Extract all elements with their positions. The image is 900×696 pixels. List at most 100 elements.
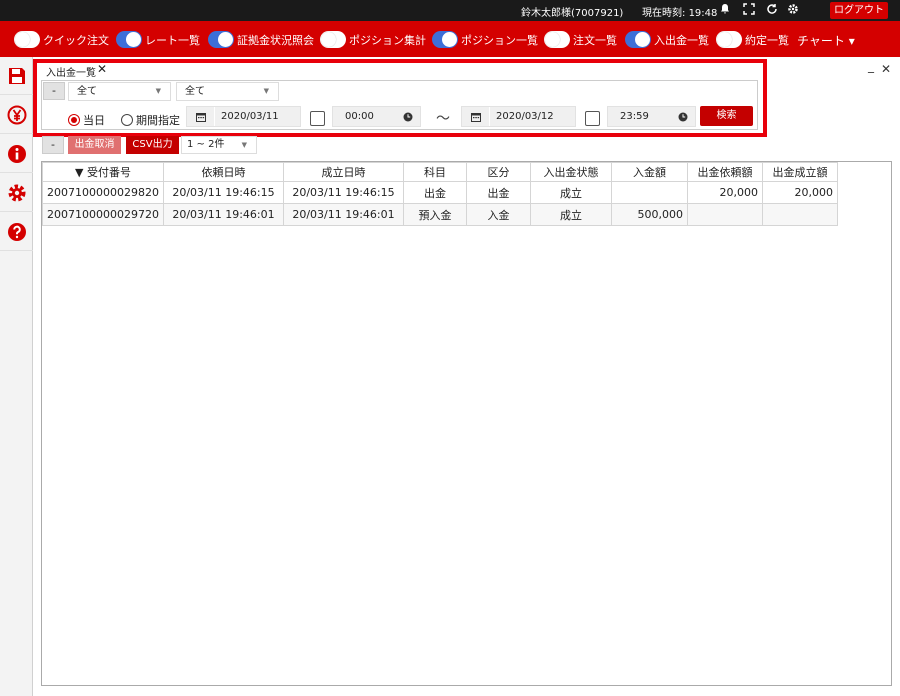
toggle-quick-order[interactable]: クイック注文	[14, 30, 109, 49]
bell-icon[interactable]	[718, 3, 732, 17]
chevron-down-icon: ▼	[155, 87, 161, 95]
cell-executed-datetime: 20/03/11 19:46:01	[282, 203, 404, 226]
toggle-switch[interactable]	[320, 31, 346, 48]
cell-withdrawal-executed: 20,000	[761, 181, 838, 204]
current-time: 現在時刻: 19:48	[642, 4, 717, 19]
radio-label: 期間指定	[136, 114, 180, 127]
chevron-down-icon: ▼	[263, 87, 269, 95]
toggle-label: ポジション集計	[349, 33, 426, 47]
data-grid	[41, 161, 892, 686]
toggle-label: 約定一覧	[745, 33, 789, 47]
toggle-switch[interactable]	[432, 31, 458, 48]
select-value: 1 ~ 2件	[187, 139, 225, 150]
time-to-checkbox[interactable]	[585, 111, 600, 126]
toggle-order-list[interactable]: 注文一覧	[544, 30, 617, 49]
close-tab-icon[interactable]: ✕	[97, 62, 107, 76]
calendar-icon[interactable]	[462, 107, 490, 126]
select-value: 全て	[77, 86, 97, 97]
cell-status: 成立	[529, 203, 612, 226]
gear-icon[interactable]	[0, 174, 33, 212]
time-to-field[interactable]: 23:59	[607, 106, 696, 127]
user-name: 鈴木太郎様(7007921)	[521, 8, 624, 19]
cell-request-datetime: 20/03/11 19:46:15	[162, 181, 284, 204]
column-header[interactable]: 出金成立額	[761, 162, 838, 182]
cancel-withdrawal-button[interactable]: 出金取消	[68, 136, 121, 154]
radio-period[interactable]: 期間指定	[121, 112, 180, 128]
column-header[interactable]: 依頼日時	[162, 162, 284, 182]
toggle-position-summary[interactable]: ポジション集計	[320, 30, 426, 49]
toggle-execution-list[interactable]: 約定一覧	[716, 30, 789, 49]
help-icon[interactable]	[0, 213, 33, 251]
minimize-icon[interactable]: _	[868, 59, 874, 73]
table-header-row: ▼ 受付番号 依頼日時 成立日時 科目 区分 入出金状態 入金額 出金依頼額 出…	[42, 162, 838, 182]
time-to-value: 23:59	[620, 111, 649, 122]
info-icon[interactable]	[0, 135, 33, 173]
toggle-switch[interactable]	[14, 31, 40, 48]
toggle-switch[interactable]	[544, 31, 570, 48]
page-count-select[interactable]: 1 ~ 2件 ▼	[181, 136, 257, 154]
clock-value: 19:48	[688, 8, 718, 19]
time-from-checkbox[interactable]	[310, 111, 325, 126]
column-header[interactable]: 入出金状態	[529, 162, 612, 182]
fullscreen-icon[interactable]	[742, 3, 756, 17]
settings-icon[interactable]	[786, 3, 800, 17]
side-icon-bar	[0, 57, 33, 696]
radio-label: 当日	[83, 114, 105, 127]
cell-executed-datetime: 20/03/11 19:46:15	[282, 181, 404, 204]
cell-category: 入金	[465, 203, 531, 226]
toggle-switch[interactable]	[208, 31, 234, 48]
cell-deposit-amount	[610, 181, 688, 204]
column-header[interactable]: ▼ 受付番号	[42, 162, 164, 182]
chart-menu[interactable]: チャート ▾	[797, 32, 855, 49]
time-from-value: 00:00	[345, 111, 374, 122]
cell-deposit-amount: 500,000	[610, 203, 688, 226]
toggle-rate-list[interactable]: レート一覧	[116, 30, 200, 49]
range-separator: ～	[436, 111, 450, 127]
radio-unselected-icon[interactable]	[121, 114, 133, 126]
category-select[interactable]: 全て ▼	[68, 82, 171, 101]
toggle-label: クイック注文	[43, 33, 109, 47]
csv-export-button[interactable]: CSV出力	[126, 136, 179, 154]
table-row[interactable]: 2007100000029720 20/03/11 19:46:01 20/03…	[42, 203, 838, 226]
date-to-field[interactable]: 2020/03/12	[461, 106, 576, 127]
cell-status: 成立	[529, 181, 612, 204]
date-from-field[interactable]: 2020/03/11	[186, 106, 301, 127]
cell-withdrawal-executed	[761, 203, 838, 226]
toggle-label: ポジション一覧	[461, 33, 538, 47]
column-header[interactable]: 出金依頼額	[686, 162, 763, 182]
clock-icon[interactable]	[671, 107, 695, 126]
time-from-field[interactable]: 00:00	[332, 106, 421, 127]
save-icon[interactable]	[0, 57, 33, 95]
column-header[interactable]: 成立日時	[282, 162, 404, 182]
cell-account-item: 出金	[402, 181, 467, 204]
radio-today[interactable]: 当日	[68, 112, 105, 128]
toggle-switch[interactable]	[625, 31, 651, 48]
logout-button[interactable]: ログアウト	[830, 2, 888, 19]
toggle-switch[interactable]	[116, 31, 142, 48]
clock-icon[interactable]	[396, 107, 420, 126]
column-header[interactable]: 入金額	[610, 162, 688, 182]
column-header[interactable]: 科目	[402, 162, 467, 182]
type-select[interactable]: 全て ▼	[176, 82, 279, 101]
radio-selected-icon[interactable]	[68, 114, 80, 126]
cell-withdrawal-requested: 20,000	[686, 181, 763, 204]
select-value: 全て	[185, 86, 205, 97]
calendar-icon[interactable]	[187, 107, 215, 126]
toggle-position-list[interactable]: ポジション一覧	[432, 30, 538, 49]
yen-icon[interactable]	[0, 96, 33, 134]
search-button[interactable]: 検索	[700, 106, 753, 126]
collapse-actions-button[interactable]: -	[42, 136, 64, 154]
toggle-label: レート一覧	[145, 33, 200, 47]
cell-receipt-number: 2007100000029720	[42, 203, 164, 226]
refresh-icon[interactable]	[765, 3, 779, 17]
collapse-filter-button[interactable]: -	[43, 82, 65, 100]
deposit-withdrawal-table: ▼ 受付番号 依頼日時 成立日時 科目 区分 入出金状態 入金額 出金依頼額 出…	[42, 162, 838, 226]
close-panel-icon[interactable]: ✕	[881, 62, 891, 76]
toggle-switch[interactable]	[716, 31, 742, 48]
cell-receipt-number: 2007100000029820	[42, 181, 164, 204]
toggle-margin-status[interactable]: 証拠金状況照会	[208, 30, 314, 49]
clock-label: 現在時刻:	[642, 8, 686, 19]
table-row[interactable]: 2007100000029820 20/03/11 19:46:15 20/03…	[42, 181, 838, 204]
toggle-deposit-list[interactable]: 入出金一覧	[625, 30, 709, 49]
column-header[interactable]: 区分	[465, 162, 531, 182]
